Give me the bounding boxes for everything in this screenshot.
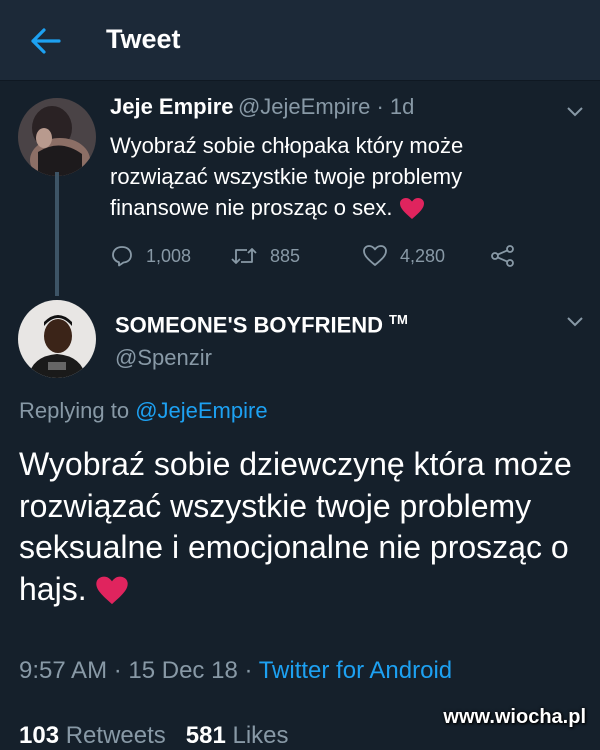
likes-count: 581 — [185, 722, 226, 749]
trademark-symbol: TM — [389, 312, 408, 327]
tweet-time: 9:57 AM — [19, 657, 108, 684]
tweet-action-bar: 1,008 885 4,280 — [110, 240, 530, 272]
share-icon — [491, 245, 514, 267]
author-handle[interactable]: @JejeEmpire — [238, 94, 370, 119]
likes-label: Likes — [232, 722, 289, 749]
reply-action[interactable]: 1,008 — [110, 240, 191, 272]
separator-dot: · — [237, 657, 259, 684]
chevron-down-icon[interactable] — [566, 106, 584, 118]
top-app-bar: Tweet — [0, 0, 600, 81]
retweet-action[interactable]: 885 — [230, 240, 300, 272]
tweet-source-link[interactable]: Twitter for Android — [259, 657, 452, 684]
retweets-label: Retweets — [65, 722, 166, 749]
author-name[interactable]: Jeje Empire — [110, 94, 234, 119]
reply-author-handle[interactable]: @Spenzir — [115, 345, 212, 371]
separator-dot: · — [370, 94, 390, 119]
like-icon — [363, 245, 387, 266]
reply-icon — [112, 246, 132, 267]
parent-tweet-text: Wyobraź sobie chłopaka który może rozwią… — [110, 130, 550, 223]
retweets-count: 103 — [19, 722, 60, 749]
tweet-stats: 103 Retweets 581 Likes — [19, 722, 289, 750]
reply-tweet-text: Wyobraź sobie dziewczynę która może rozw… — [19, 444, 579, 610]
chevron-down-icon[interactable] — [566, 316, 584, 328]
like-count: 4,280 — [400, 245, 446, 266]
retweet-count: 885 — [270, 245, 301, 266]
replying-to-prefix: Replying to — [19, 398, 136, 423]
thread-connector-line — [55, 172, 59, 296]
reply-count: 1,008 — [146, 245, 192, 266]
site-watermark: www.wiocha.pl — [443, 706, 586, 728]
like-action[interactable]: 4,280 — [362, 240, 445, 272]
tweet-metadata: 9:57 AM · 15 Dec 18 · Twitter for Androi… — [19, 657, 452, 685]
reply-author-name: SOMEONE'S BOYFRIEND — [115, 312, 384, 338]
separator-dot: · — [107, 657, 129, 684]
tweet-date: 15 Dec 18 — [128, 657, 238, 684]
retweet-icon — [231, 248, 257, 264]
page-title: Tweet — [106, 24, 181, 54]
parent-tweet-header: Jeje Empire @JejeEmpire · 1d — [110, 94, 414, 120]
likes-stat[interactable]: 581 Likes — [186, 722, 289, 749]
reply-author-name-row[interactable]: SOMEONE'S BOYFRIEND TM — [115, 312, 408, 338]
retweets-stat[interactable]: 103 Retweets — [19, 722, 166, 749]
heart-emoji-icon — [399, 198, 424, 220]
heart-emoji-icon — [96, 576, 129, 605]
avatar-jeje-empire[interactable] — [18, 98, 96, 176]
share-action[interactable] — [490, 240, 528, 272]
replying-to-link[interactable]: @JejeEmpire — [135, 398, 267, 423]
back-arrow-icon[interactable] — [28, 26, 62, 56]
tweet-time: 1d — [389, 94, 415, 119]
avatar-someones-boyfriend[interactable] — [18, 300, 96, 378]
replying-to-line: Replying to @JejeEmpire — [19, 398, 268, 424]
